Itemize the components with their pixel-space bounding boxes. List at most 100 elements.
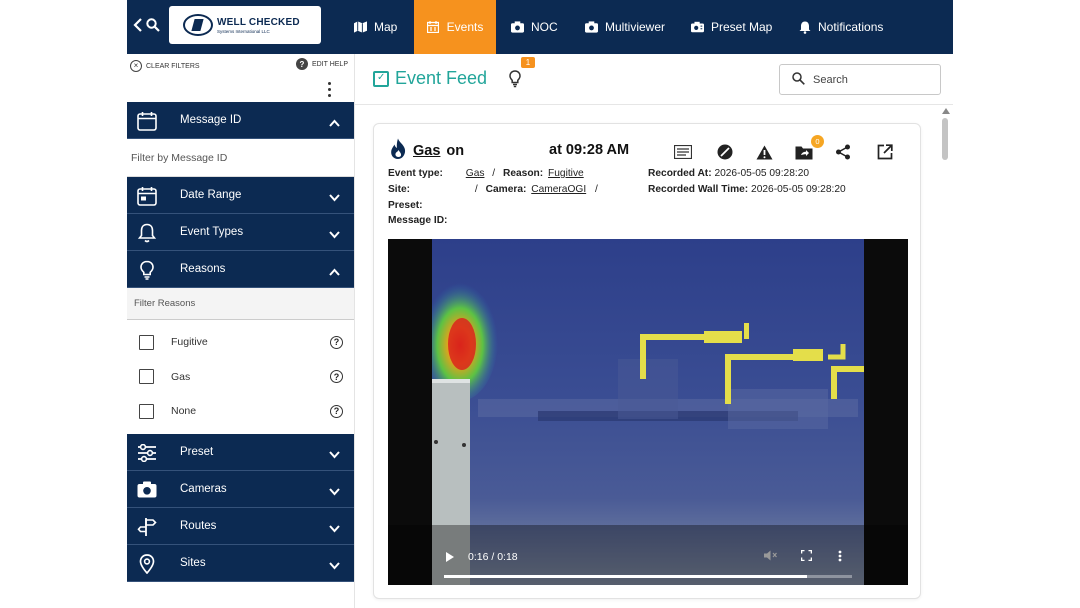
fullscreen-icon[interactable] xyxy=(801,550,815,564)
section-preset[interactable]: Preset xyxy=(127,433,354,471)
search-icon[interactable] xyxy=(146,18,160,37)
sidebar-toolbar: × CLEAR FILTERS ? EDIT HELP xyxy=(127,54,354,102)
back-chevron-icon[interactable] xyxy=(133,18,143,37)
block-icon[interactable] xyxy=(716,143,734,161)
calendar-icon xyxy=(137,111,157,131)
help-icon: ? xyxy=(295,58,308,70)
video-progress-track[interactable] xyxy=(444,575,852,578)
camera-icon xyxy=(137,480,157,500)
message-id-filter-input[interactable]: Filter by Message ID xyxy=(127,139,354,177)
search-icon xyxy=(792,71,805,88)
section-label: Preset xyxy=(180,445,214,458)
logo-mark-icon xyxy=(183,14,213,36)
nav-item-preset-map[interactable]: Preset Map xyxy=(691,0,772,54)
page-title-text: Event Feed xyxy=(395,68,488,88)
nav-item-multiviewer[interactable]: Multiviewer xyxy=(585,0,665,54)
nav-item-noc[interactable]: NOC xyxy=(511,0,558,54)
video-controls: 0:16 / 0:18 xyxy=(388,539,908,585)
play-icon[interactable] xyxy=(446,552,454,562)
company-logo[interactable]: WELL CHECKED Systems International LLC xyxy=(169,6,321,44)
notes-icon[interactable] xyxy=(674,143,692,161)
section-reasons[interactable]: Reasons xyxy=(127,251,354,288)
preset-label: Preset: xyxy=(388,199,423,211)
camera-map-icon xyxy=(691,21,704,34)
scroll-up-arrow-icon[interactable] xyxy=(942,108,950,114)
site-row: Site: / Camera: CameraOGI / xyxy=(388,182,598,198)
reason-label: Gas xyxy=(171,370,191,383)
separator: / xyxy=(474,183,478,195)
more-options-icon[interactable] xyxy=(328,82,332,97)
volume-icon[interactable] xyxy=(764,550,778,564)
chevron-down-icon xyxy=(329,226,340,244)
recorded-wall-value: 2026-05-05 09:28:20 xyxy=(751,183,846,195)
reason-item-gas[interactable]: Gas ? xyxy=(127,360,354,395)
section-sites[interactable]: Sites xyxy=(127,544,354,582)
section-date-range[interactable]: Date Range xyxy=(127,177,354,214)
search-placeholder: Search xyxy=(813,73,848,86)
nav-item-notifications[interactable]: Notifications xyxy=(798,0,883,54)
page-title: Event Feed xyxy=(373,68,487,89)
reason-checkbox[interactable] xyxy=(139,403,154,419)
help-circle-icon[interactable]: ? xyxy=(330,404,343,418)
section-routes[interactable]: Routes xyxy=(127,507,354,545)
section-label: Routes xyxy=(180,519,217,532)
section-label: Date Range xyxy=(180,189,242,201)
folder-share-icon[interactable] xyxy=(795,143,813,161)
nav-item-events[interactable]: Events xyxy=(414,0,496,54)
calendar-icon xyxy=(427,21,440,34)
recorded-wall-row: Recorded Wall Time: 2026-05-05 09:28:20 xyxy=(648,182,846,198)
section-label: Sites xyxy=(180,556,206,569)
search-input[interactable]: Search xyxy=(779,64,941,95)
reason-item-fugitive[interactable]: Fugitive ? xyxy=(127,325,354,360)
top-navigation-bar: WELL CHECKED Systems International LLC M… xyxy=(127,0,953,54)
clear-filters-button[interactable]: × CLEAR FILTERS xyxy=(130,60,200,72)
section-cameras[interactable]: Cameras xyxy=(127,470,354,508)
calendar-range-icon xyxy=(137,186,157,206)
event-title: Gas on xyxy=(390,138,464,164)
event-type-label: Event type: xyxy=(388,168,443,179)
separator: / xyxy=(492,168,496,179)
event-type-value[interactable]: Gas xyxy=(466,168,485,179)
nav-item-label: Events xyxy=(446,20,484,34)
reasons-filter-input[interactable]: Filter Reasons xyxy=(127,288,354,320)
section-label: Cameras xyxy=(180,482,227,495)
open-external-icon[interactable] xyxy=(876,143,894,161)
nav-item-map[interactable]: Map xyxy=(354,0,397,54)
scroll-thumb[interactable] xyxy=(942,118,948,160)
event-type-link[interactable]: Gas xyxy=(413,143,440,159)
lightbulb-icon[interactable] xyxy=(508,70,522,88)
flame-icon xyxy=(390,138,407,164)
signpost-icon xyxy=(137,517,157,537)
edit-help-button[interactable]: ? EDIT HELP xyxy=(295,58,348,70)
bell-icon xyxy=(798,21,811,34)
reason-value[interactable]: Fugitive xyxy=(548,168,584,179)
reason-item-none[interactable]: None ? xyxy=(127,394,354,429)
location-pin-icon xyxy=(137,553,157,574)
section-message-id[interactable]: Message ID xyxy=(127,102,354,139)
chevron-down-icon xyxy=(329,557,340,575)
video-time: 0:16 / 0:18 xyxy=(468,551,518,563)
event-on-label: on xyxy=(446,143,465,159)
camera-value[interactable]: CameraOGI xyxy=(531,184,586,195)
clear-filters-label: CLEAR FILTERS xyxy=(146,62,200,70)
nav-item-label: Preset Map xyxy=(711,20,773,34)
section-label: Reasons xyxy=(180,263,226,275)
chevron-down-icon xyxy=(329,446,340,464)
help-circle-icon[interactable]: ? xyxy=(330,370,343,384)
reason-checkbox[interactable] xyxy=(139,369,154,385)
message-id-label: Message ID: xyxy=(388,215,448,227)
reason-checkbox[interactable] xyxy=(139,334,154,350)
nav-item-label: Multiviewer xyxy=(605,20,666,34)
calendar-check-icon xyxy=(373,70,389,87)
help-circle-icon[interactable]: ? xyxy=(330,335,343,349)
recorded-at-row: Recorded At: 2026-05-05 09:28:20 xyxy=(648,166,846,182)
main-scrollbar[interactable] xyxy=(940,108,950,608)
nav-item-label: Map xyxy=(374,20,398,34)
section-label: Message ID xyxy=(180,114,242,126)
more-options-icon[interactable] xyxy=(838,550,852,564)
lightbulb-icon xyxy=(137,260,157,280)
section-event-types[interactable]: Event Types xyxy=(127,214,354,251)
event-video-player[interactable]: 0:16 / 0:18 xyxy=(388,239,908,585)
warning-icon[interactable] xyxy=(755,143,773,161)
share-icon[interactable] xyxy=(834,143,852,161)
